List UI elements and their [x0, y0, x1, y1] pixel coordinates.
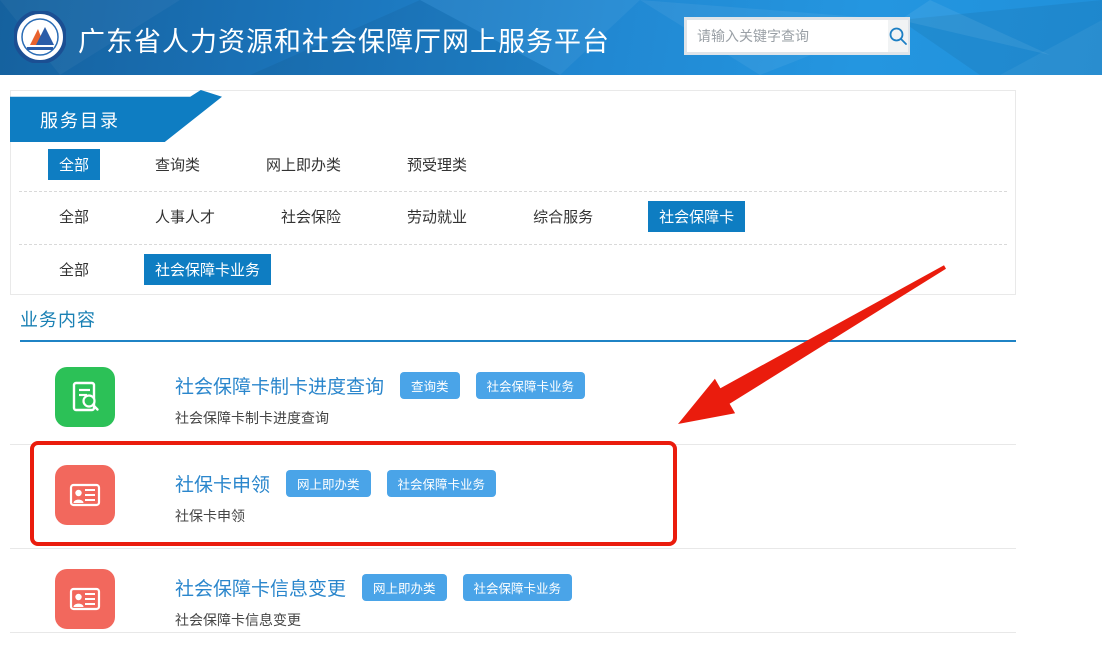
filter-cat-hr[interactable]: 人事人才 — [144, 201, 226, 232]
service-subtitle: 社会保障卡制卡进度查询 — [175, 408, 329, 428]
search-bar — [684, 17, 910, 55]
filter-cat-employment[interactable]: 劳动就业 — [396, 201, 478, 232]
page: 广东省人力资源和社会保障厅网上服务平台 服务目录 全部 查询类 网上即办类 预受… — [0, 0, 1102, 647]
filter-cat-comprehensive[interactable]: 综合服务 — [522, 201, 604, 232]
filter-type-preaccept[interactable]: 预受理类 — [396, 149, 478, 180]
filter-cat-all[interactable]: 全部 — [48, 201, 100, 232]
service-title-link[interactable]: 社会保障卡制卡进度查询 — [175, 372, 384, 399]
service-subtitle: 社会保障卡信息变更 — [175, 610, 301, 630]
filter-row-category: 全部 人事人才 社会保险 劳动就业 综合服务 社会保障卡 — [11, 201, 1015, 231]
list-item-card-progress[interactable]: 社会保障卡制卡进度查询 查询类 社会保障卡业务 社会保障卡制卡进度查询 — [20, 352, 1016, 445]
filter-biz-social-card[interactable]: 社会保障卡业务 — [144, 254, 271, 285]
service-title-link[interactable]: 社保卡申领 — [175, 470, 270, 497]
service-subtitle: 社保卡申领 — [175, 506, 245, 526]
filter-cat-insurance[interactable]: 社会保险 — [270, 201, 352, 232]
service-type-badge: 网上即办类 — [362, 574, 447, 601]
divider — [10, 548, 1016, 549]
divider — [10, 632, 1016, 633]
id-card-icon — [55, 569, 115, 629]
search-input[interactable] — [687, 20, 888, 52]
filter-biz-all[interactable]: 全部 — [48, 254, 100, 285]
divider — [19, 191, 1007, 192]
section-header: 业务内容 — [20, 306, 1016, 342]
filter-cat-social-card[interactable]: 社会保障卡 — [648, 201, 745, 232]
section-title: 业务内容 — [20, 310, 96, 330]
divider — [19, 244, 1007, 245]
search-icon — [888, 26, 908, 46]
filter-type-query[interactable]: 查询类 — [144, 149, 211, 180]
service-category-badge: 社会保障卡业务 — [387, 470, 497, 497]
filter-type-online[interactable]: 网上即办类 — [255, 149, 352, 180]
filter-type-all[interactable]: 全部 — [48, 149, 100, 180]
app-header: 广东省人力资源和社会保障厅网上服务平台 — [0, 0, 1102, 75]
page-title: 广东省人力资源和社会保障厅网上服务平台 — [78, 20, 610, 59]
service-category-badge: 社会保障卡业务 — [476, 372, 586, 399]
service-type-badge: 查询类 — [400, 372, 460, 399]
list-item-card-apply[interactable]: 社保卡申领 网上即办类 社会保障卡业务 社保卡申领 — [20, 450, 1016, 543]
filter-row-type: 全部 查询类 网上即办类 预受理类 — [11, 149, 1015, 179]
divider — [10, 444, 1016, 445]
id-card-icon — [55, 465, 115, 525]
list-item-card-info-change[interactable]: 社会保障卡信息变更 网上即办类 社会保障卡业务 社会保障卡信息变更 — [20, 554, 1016, 647]
service-directory-panel: 服务目录 全部 查询类 网上即办类 预受理类 全部 人事人才 社会保险 劳动就业… — [10, 90, 1016, 295]
tab-label: 服务目录 — [40, 107, 120, 133]
service-type-badge: 网上即办类 — [286, 470, 371, 497]
service-category-badge: 社会保障卡业务 — [463, 574, 573, 601]
tab-service-directory: 服务目录 — [10, 90, 222, 142]
search-button[interactable] — [888, 20, 908, 52]
agency-logo — [14, 11, 66, 63]
document-search-icon — [55, 367, 115, 427]
service-title-link[interactable]: 社会保障卡信息变更 — [175, 574, 346, 601]
filter-row-business: 全部 社会保障卡业务 — [11, 254, 1015, 284]
